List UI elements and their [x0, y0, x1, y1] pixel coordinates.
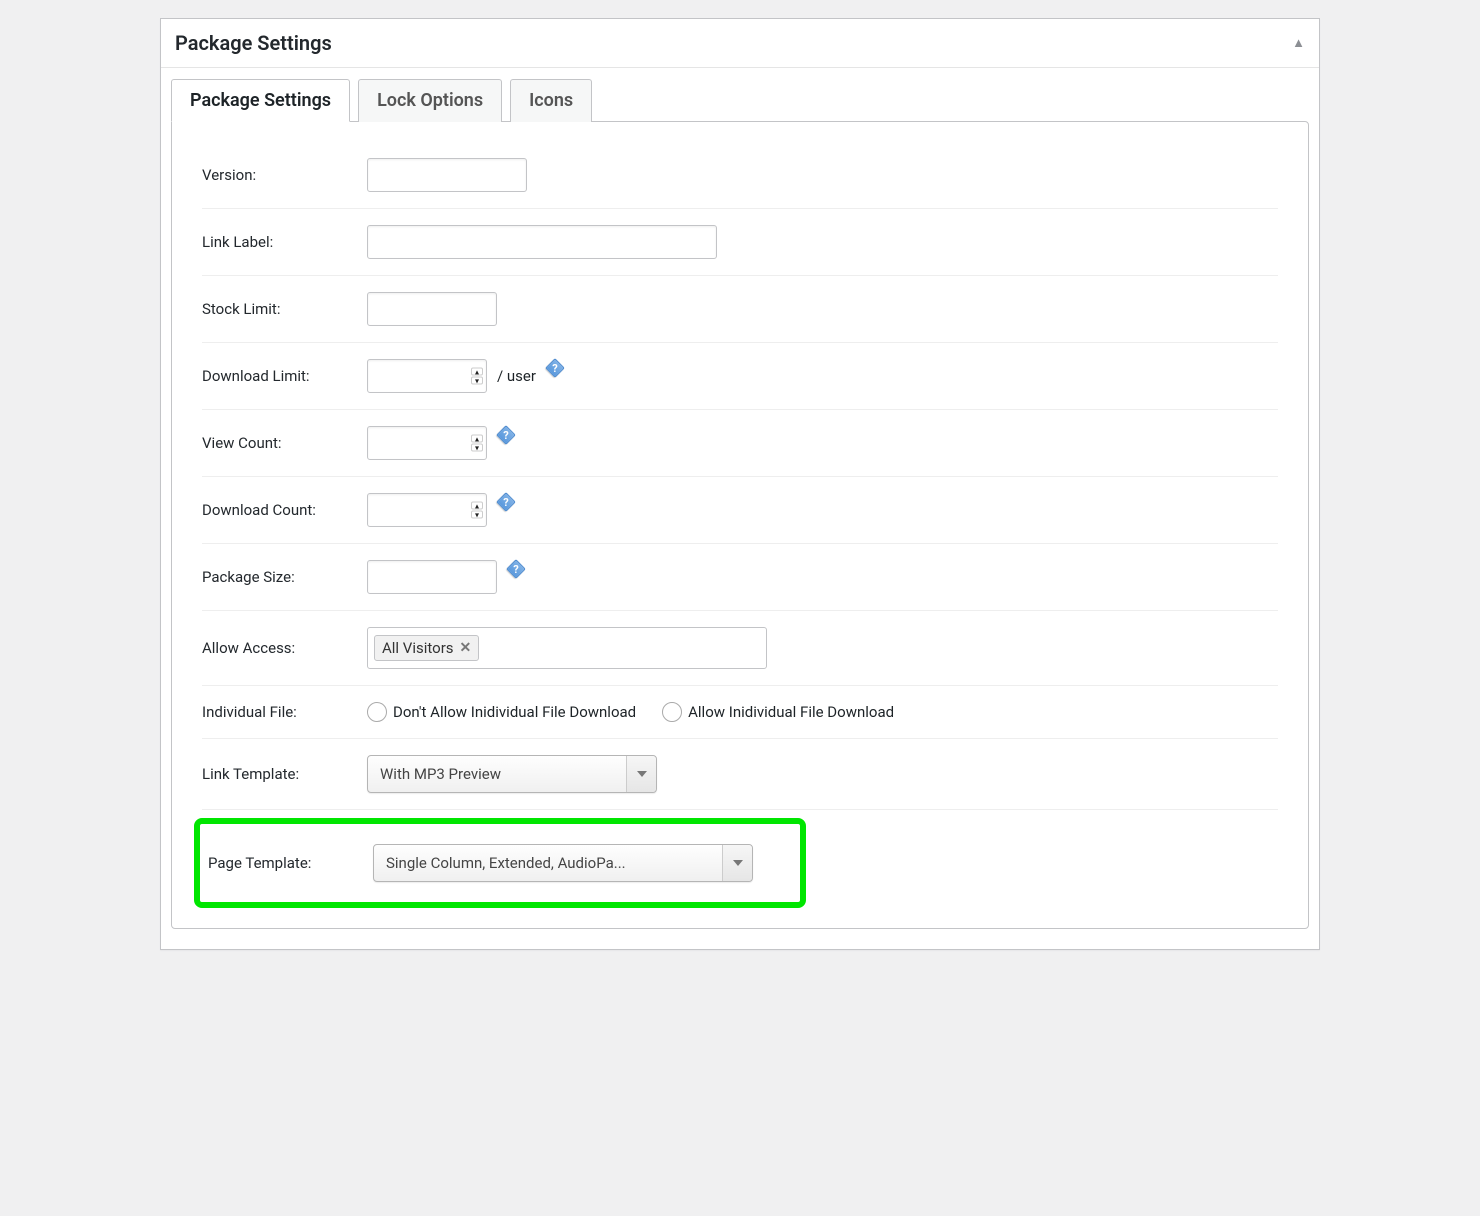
- access-token-all-visitors: All Visitors ✕: [374, 635, 479, 661]
- highlight-page-template: Page Template: Single Column, Extended, …: [194, 818, 806, 908]
- label-link-template: Link Template:: [202, 765, 367, 783]
- tab-lock-options[interactable]: Lock Options: [358, 79, 502, 122]
- label-view-count: View Count:: [202, 434, 367, 452]
- version-input[interactable]: [367, 158, 527, 192]
- download-limit-input[interactable]: [367, 359, 487, 393]
- dropdown-button[interactable]: [626, 756, 656, 792]
- download-limit-spinner-wrap: ▴ ▾: [367, 359, 487, 393]
- chevron-up-icon[interactable]: ▴: [471, 435, 483, 443]
- chevron-down-icon[interactable]: ▾: [471, 377, 483, 385]
- view-count-spinner[interactable]: ▴ ▾: [471, 435, 483, 452]
- download-count-spinner[interactable]: ▴ ▾: [471, 502, 483, 519]
- tabs: Package Settings Lock Options Icons: [171, 78, 1309, 121]
- page-template-select[interactable]: Single Column, Extended, AudioPa...: [373, 844, 753, 882]
- chevron-up-icon[interactable]: ▴: [471, 368, 483, 376]
- label-allow-access: Allow Access:: [202, 639, 367, 657]
- package-settings-metabox: Package Settings ▲ Package Settings Lock…: [160, 18, 1320, 950]
- view-count-input[interactable]: [367, 426, 487, 460]
- label-version: Version:: [202, 166, 367, 184]
- select-value: Single Column, Extended, AudioPa...: [374, 854, 722, 872]
- label-individual-file: Individual File:: [202, 703, 367, 721]
- chevron-up-icon[interactable]: ▴: [471, 502, 483, 510]
- row-page-template: Page Template: Single Column, Extended, …: [200, 836, 800, 890]
- row-view-count: View Count: ▴ ▾ ?: [202, 410, 1278, 477]
- select-value: With MP3 Preview: [368, 765, 626, 783]
- token-text: All Visitors: [382, 639, 454, 657]
- radio-icon[interactable]: [662, 702, 682, 722]
- download-limit-spinner[interactable]: ▴ ▾: [471, 368, 483, 385]
- tab-package-settings[interactable]: Package Settings: [171, 79, 350, 122]
- link-template-select[interactable]: With MP3 Preview: [367, 755, 657, 793]
- collapse-panel-icon[interactable]: ▲: [1292, 35, 1305, 51]
- panel-title: Package Settings: [175, 31, 332, 55]
- chevron-down-icon: [733, 860, 743, 866]
- radio-label: Don't Allow Inidividual File Download: [393, 703, 636, 721]
- row-individual-file: Individual File: Don't Allow Inidividual…: [202, 686, 1278, 739]
- download-count-input[interactable]: [367, 493, 487, 527]
- row-package-size: Package Size: ?: [202, 544, 1278, 611]
- download-limit-suffix: / user: [497, 367, 536, 385]
- label-download-limit: Download Limit:: [202, 367, 367, 385]
- download-count-spinner-wrap: ▴ ▾: [367, 493, 487, 527]
- row-version: Version:: [202, 142, 1278, 209]
- stock-limit-input[interactable]: [367, 292, 497, 326]
- view-count-spinner-wrap: ▴ ▾: [367, 426, 487, 460]
- label-download-count: Download Count:: [202, 501, 367, 519]
- chevron-down-icon: [637, 771, 647, 777]
- help-icon[interactable]: ?: [546, 359, 564, 377]
- radio-label: Allow Inidividual File Download: [688, 703, 894, 721]
- package-size-input[interactable]: [367, 560, 497, 594]
- remove-token-icon[interactable]: ✕: [460, 640, 472, 656]
- row-link-template: Link Template: With MP3 Preview: [202, 739, 1278, 810]
- label-page-template: Page Template:: [208, 854, 373, 872]
- dropdown-button[interactable]: [722, 845, 752, 881]
- tab-content: Version: Link Label: Stock Limit:: [171, 121, 1309, 929]
- metabox-body: Package Settings Lock Options Icons Vers…: [161, 68, 1319, 949]
- metabox-header: Package Settings ▲: [161, 19, 1319, 68]
- chevron-down-icon[interactable]: ▾: [471, 444, 483, 452]
- allow-access-input[interactable]: All Visitors ✕: [367, 627, 767, 669]
- link-label-input[interactable]: [367, 225, 717, 259]
- radio-allow[interactable]: Allow Inidividual File Download: [662, 702, 894, 722]
- chevron-down-icon[interactable]: ▾: [471, 511, 483, 519]
- help-icon[interactable]: ?: [497, 426, 515, 444]
- row-allow-access: Allow Access: All Visitors ✕: [202, 611, 1278, 686]
- radio-icon[interactable]: [367, 702, 387, 722]
- row-stock-limit: Stock Limit:: [202, 276, 1278, 343]
- row-download-limit: Download Limit: ▴ ▾ / user ?: [202, 343, 1278, 410]
- radio-dont-allow[interactable]: Don't Allow Inidividual File Download: [367, 702, 636, 722]
- label-link-label: Link Label:: [202, 233, 367, 251]
- tab-icons[interactable]: Icons: [510, 79, 592, 122]
- row-link-label: Link Label:: [202, 209, 1278, 276]
- label-package-size: Package Size:: [202, 568, 367, 586]
- label-stock-limit: Stock Limit:: [202, 300, 367, 318]
- help-icon[interactable]: ?: [507, 560, 525, 578]
- row-download-count: Download Count: ▴ ▾ ?: [202, 477, 1278, 544]
- help-icon[interactable]: ?: [497, 493, 515, 511]
